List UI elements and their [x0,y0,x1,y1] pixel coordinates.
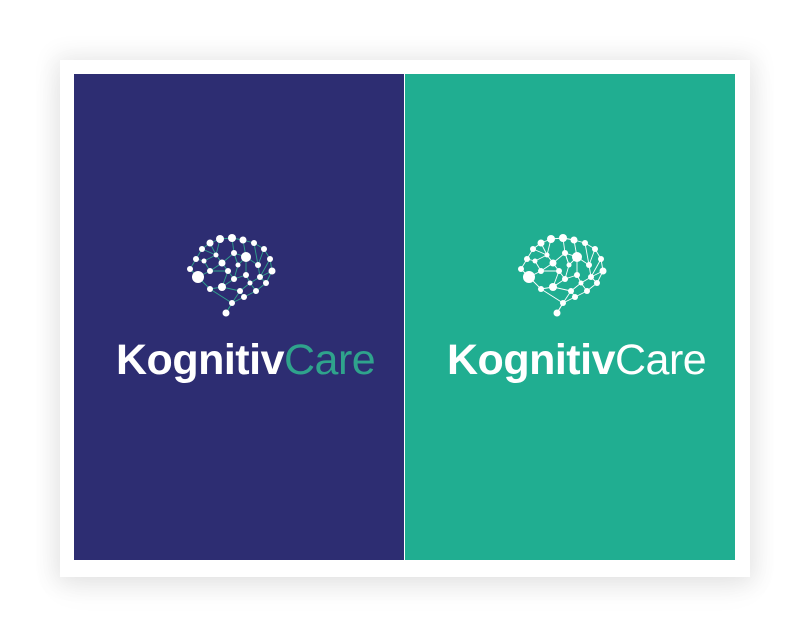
brain-node [267,256,273,262]
brain-node [560,300,566,306]
brain-link [584,242,590,266]
brain-node [199,246,205,252]
brain-link [540,288,564,304]
brain-node [241,252,251,262]
brain-node [518,266,524,272]
brain-node [243,272,249,278]
brain-node [568,288,574,294]
brain-node [562,250,568,256]
brain-node [549,259,557,267]
brain-node [193,256,199,262]
logo-wordmark: KognitivCare [116,336,376,384]
wordmark-kognitiv: Kognitiv [116,336,284,384]
brain-node [235,262,241,268]
brain-node [592,246,598,252]
brain-node [261,246,267,252]
brain-node [574,272,580,278]
brain-node [599,267,607,275]
brain-node [225,268,231,274]
brain-node [222,309,230,317]
logo-panel-dark: KognitivCare [74,74,404,560]
brain-node [247,280,253,286]
stage: KognitivCare KognitivCare [0,0,810,637]
brain-node [241,294,247,300]
brain-network-icon [518,234,607,317]
brain-node [553,309,561,317]
brain-node [206,239,214,247]
brain-node [257,274,263,280]
brain-node [566,262,572,268]
brain-node [187,266,193,272]
brain-node [547,235,555,243]
brain-node [598,256,604,262]
brain-node [218,283,226,291]
wordmark-care: Care [614,336,707,384]
brain-node [530,246,536,252]
logo-wordmark: KognitivCare [447,336,707,384]
logo-panel-green: KognitivCare [405,74,735,560]
brain-node [586,262,592,268]
brain-node [201,258,207,264]
brain-node [570,236,578,244]
brain-node [229,300,235,306]
brain-node [524,256,530,262]
wordmark-kognitiv: Kognitiv [447,336,615,384]
brain-node [251,240,257,246]
brain-link [209,288,233,304]
brain-node [584,288,590,294]
brain-node [538,286,544,292]
brain-node [562,276,568,282]
brain-node [213,252,219,258]
brain-node [207,286,213,292]
brain-node [239,236,247,244]
brain-node [549,283,557,291]
brain-node [582,240,588,246]
wordmark-care: Care [283,336,376,384]
brain-node [231,250,237,256]
brain-node [216,235,224,243]
brain-node [594,280,600,286]
brain-node [537,239,545,247]
brain-node [263,280,269,286]
brain-node [192,271,204,283]
brain-node [218,259,226,267]
brain-link [253,242,259,266]
brain-node [523,271,535,283]
brain-node [268,267,276,275]
brain-node [207,268,213,274]
brain-node [572,294,578,300]
brain-node [237,288,243,294]
brain-node [578,280,584,286]
brain-node [544,252,550,258]
brain-node [253,288,259,294]
brain-node [532,258,538,264]
brain-node [538,268,544,274]
brain-network-icon [187,234,276,317]
brain-node [572,252,582,262]
logo-card: KognitivCare KognitivCare [60,60,750,577]
brain-node [588,274,594,280]
brain-node [228,234,236,242]
brain-node [559,234,567,242]
brain-node [255,262,261,268]
brain-node [231,276,237,282]
brain-node [556,268,562,274]
